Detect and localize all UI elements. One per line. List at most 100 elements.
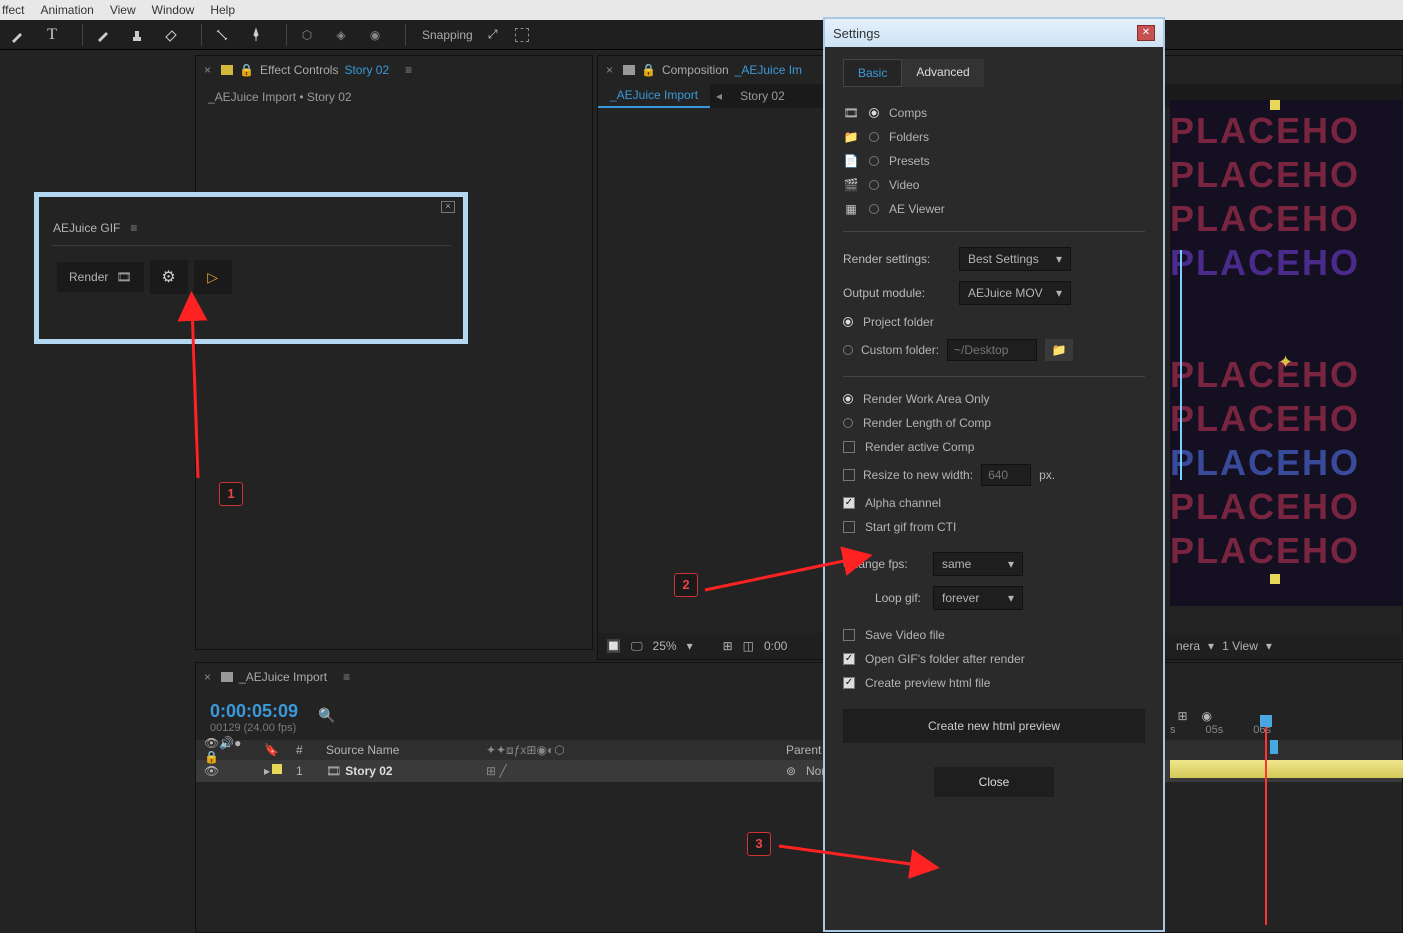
comp-tab-aejuice[interactable]: _AEJuice Import bbox=[598, 84, 710, 108]
settings-titlebar[interactable]: Settings ✕ bbox=[825, 19, 1163, 47]
close-tab-icon[interactable]: × bbox=[606, 63, 613, 77]
snapping-label[interactable]: Snapping bbox=[422, 28, 473, 42]
checkbox-icon[interactable] bbox=[843, 441, 855, 453]
custom-folder-input[interactable] bbox=[947, 339, 1037, 361]
menu-view[interactable]: View bbox=[110, 3, 136, 17]
tab-advanced[interactable]: Advanced bbox=[902, 59, 983, 87]
project-folder-option[interactable]: Project folder bbox=[843, 310, 1145, 334]
label-color[interactable] bbox=[272, 764, 282, 774]
close-button[interactable]: Close bbox=[934, 767, 1054, 797]
resize-input[interactable] bbox=[981, 464, 1031, 486]
custom-folder-row[interactable]: Custom folder: 📁 bbox=[843, 334, 1145, 366]
layer-name[interactable]: Story 02 bbox=[345, 764, 392, 778]
bbox-handle[interactable] bbox=[1270, 100, 1280, 110]
text-tool-icon[interactable]: T bbox=[40, 23, 64, 47]
render-length-option[interactable]: Render Length of Comp bbox=[843, 411, 1145, 435]
render-button[interactable]: Render 🎞 bbox=[57, 262, 144, 292]
browse-folder-button[interactable]: 📁 bbox=[1045, 339, 1073, 361]
search-icon[interactable]: 🔍 bbox=[318, 707, 335, 724]
chevron-left-icon[interactable]: ◂ bbox=[710, 89, 728, 103]
eye-column-icon[interactable]: 👁🔊●🔒 bbox=[196, 736, 256, 764]
layer-bar[interactable] bbox=[1170, 760, 1403, 778]
close-tab-icon[interactable]: × bbox=[204, 670, 211, 684]
output-module-select[interactable]: AEJuice MOV▾ bbox=[959, 281, 1071, 305]
twirl-icon[interactable]: ▸ bbox=[264, 764, 270, 778]
menu-window[interactable]: Window bbox=[152, 3, 195, 17]
alpha-channel-option[interactable]: ✓Alpha channel bbox=[843, 491, 1145, 515]
lock-icon[interactable]: 🔒 bbox=[641, 63, 656, 77]
radio-icon[interactable] bbox=[843, 345, 853, 355]
axis-view-icon[interactable]: ◉ bbox=[363, 23, 387, 47]
stamp-tool-icon[interactable] bbox=[125, 23, 149, 47]
save-video-option[interactable]: Save Video file bbox=[843, 623, 1145, 647]
menu-animation[interactable]: Animation bbox=[40, 3, 93, 17]
magnify-icon[interactable]: 🔲 bbox=[606, 639, 621, 653]
pin-tool-icon[interactable] bbox=[244, 23, 268, 47]
checkbox-icon[interactable] bbox=[843, 629, 855, 641]
grid-icon[interactable]: 🖵 bbox=[631, 639, 643, 654]
type-presets[interactable]: 📄Presets bbox=[843, 149, 1145, 173]
change-fps-select[interactable]: same▾ bbox=[933, 552, 1023, 576]
view-count[interactable]: 1 View bbox=[1222, 639, 1258, 653]
play-button[interactable]: ▷ bbox=[194, 260, 232, 294]
timecode[interactable]: 0:00:05:09 bbox=[196, 691, 298, 722]
radio-icon[interactable] bbox=[843, 394, 853, 404]
radio-icon[interactable] bbox=[869, 204, 879, 214]
hamburger-icon[interactable]: ≡ bbox=[405, 63, 412, 77]
mask-icon[interactable]: ◫ bbox=[743, 639, 754, 653]
type-folders[interactable]: 📁Folders bbox=[843, 125, 1145, 149]
close-tab-icon[interactable]: × bbox=[204, 63, 211, 77]
timeline-tab[interactable]: × _AEJuice Import ≡ bbox=[196, 663, 1402, 691]
chevron-down-icon[interactable]: ▾ bbox=[1208, 639, 1214, 653]
current-time-indicator[interactable] bbox=[1265, 715, 1267, 925]
checkbox-icon[interactable] bbox=[843, 521, 855, 533]
resolution-icon[interactable]: ⊞ bbox=[723, 639, 733, 653]
comp-tab-story02[interactable]: Story 02 bbox=[728, 84, 797, 108]
render-settings-select[interactable]: Best Settings▾ bbox=[959, 247, 1071, 271]
time-ruler[interactable]: s 05s 06s bbox=[1170, 718, 1403, 742]
effect-controls-tab[interactable]: × 🔒 Effect Controls Story 02 ≡ bbox=[196, 56, 592, 84]
panel-title-link[interactable]: _AEJuice Im bbox=[735, 63, 802, 77]
resize-row[interactable]: Resize to new width: px. bbox=[843, 459, 1145, 491]
close-icon[interactable]: × bbox=[441, 201, 455, 213]
checkbox-icon[interactable] bbox=[843, 469, 855, 481]
eraser-tool-icon[interactable] bbox=[159, 23, 183, 47]
snap-edge-icon[interactable]: ⤢ bbox=[481, 23, 505, 47]
hamburger-icon[interactable]: ≡ bbox=[343, 670, 350, 684]
create-new-preview-button[interactable]: Create new html preview bbox=[843, 709, 1145, 743]
chevron-down-icon[interactable]: ▾ bbox=[687, 639, 693, 653]
anchor-point-icon[interactable]: ✦ bbox=[1278, 352, 1293, 373]
layer-switches[interactable]: ⊞ ╱ bbox=[486, 764, 686, 778]
lock-icon[interactable]: 🔒 bbox=[239, 63, 254, 77]
roto-tool-icon[interactable] bbox=[210, 23, 234, 47]
checkbox-icon[interactable]: ✓ bbox=[843, 497, 855, 509]
snap-center-icon[interactable] bbox=[515, 28, 529, 42]
type-video[interactable]: 🎬Video bbox=[843, 173, 1145, 197]
type-aeviewer[interactable]: ▦AE Viewer bbox=[843, 197, 1145, 221]
start-cti-option[interactable]: Start gif from CTI bbox=[843, 515, 1145, 539]
radio-icon[interactable] bbox=[843, 418, 853, 428]
menu-help[interactable]: Help bbox=[210, 3, 235, 17]
axis-local-icon[interactable]: ⬡ bbox=[295, 23, 319, 47]
loop-gif-select[interactable]: forever▾ bbox=[933, 586, 1023, 610]
panel-title-link[interactable]: Story 02 bbox=[344, 63, 389, 77]
open-folder-option[interactable]: ✓Open GIF's folder after render bbox=[843, 647, 1145, 671]
chevron-down-icon[interactable]: ▾ bbox=[1266, 639, 1272, 653]
radio-icon[interactable] bbox=[869, 156, 879, 166]
render-active-option[interactable]: Render active Comp bbox=[843, 435, 1145, 459]
eye-icon[interactable]: 👁 bbox=[196, 764, 256, 778]
pickwhip-icon[interactable]: ⊚ bbox=[786, 764, 806, 778]
checkbox-icon[interactable]: ✓ bbox=[843, 677, 855, 689]
settings-button[interactable]: ⚙ bbox=[150, 260, 188, 294]
brush-tool-icon[interactable] bbox=[91, 23, 115, 47]
hamburger-icon[interactable]: ≡ bbox=[130, 221, 137, 235]
radio-icon[interactable] bbox=[869, 132, 879, 142]
type-comps[interactable]: 🎞Comps bbox=[843, 101, 1145, 125]
work-area-handle[interactable] bbox=[1270, 740, 1278, 754]
radio-icon[interactable] bbox=[869, 108, 879, 118]
radio-icon[interactable] bbox=[869, 180, 879, 190]
render-work-area-option[interactable]: Render Work Area Only bbox=[843, 387, 1145, 411]
zoom-value[interactable]: 25% bbox=[653, 639, 677, 653]
menu-effect[interactable]: ffect bbox=[2, 3, 24, 17]
composition-viewer[interactable]: PLACEHO PLACEHO PLACEHO PLACEHO PLACEHO … bbox=[1170, 100, 1403, 606]
